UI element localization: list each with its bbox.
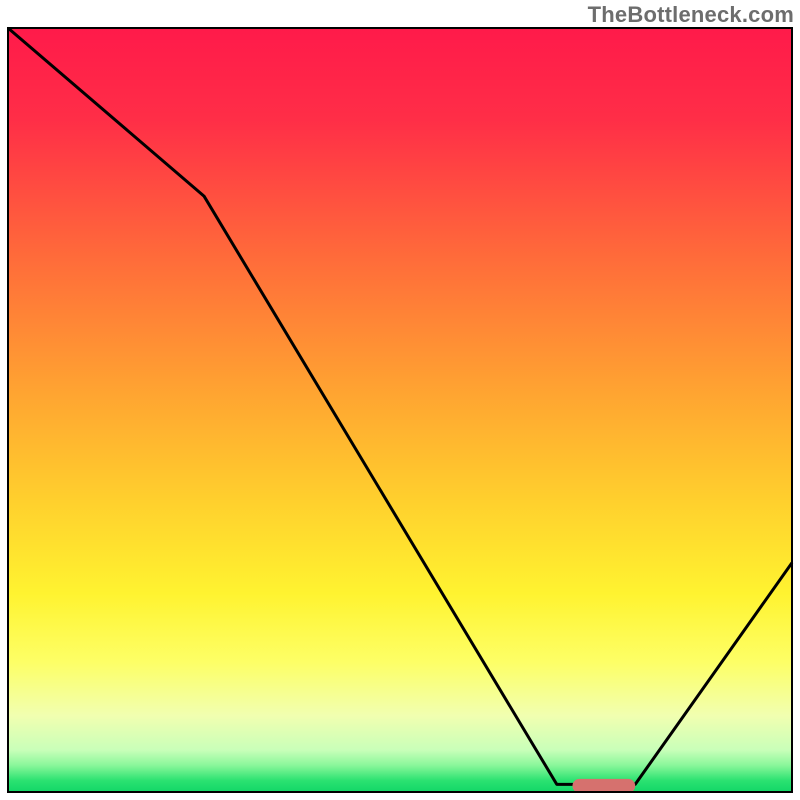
optimal-range-marker	[572, 779, 635, 793]
chart-plot-area	[0, 0, 800, 800]
gradient-background	[8, 28, 792, 792]
bottleneck-chart: TheBottleneck.com	[0, 0, 800, 800]
watermark-text: TheBottleneck.com	[588, 2, 794, 28]
